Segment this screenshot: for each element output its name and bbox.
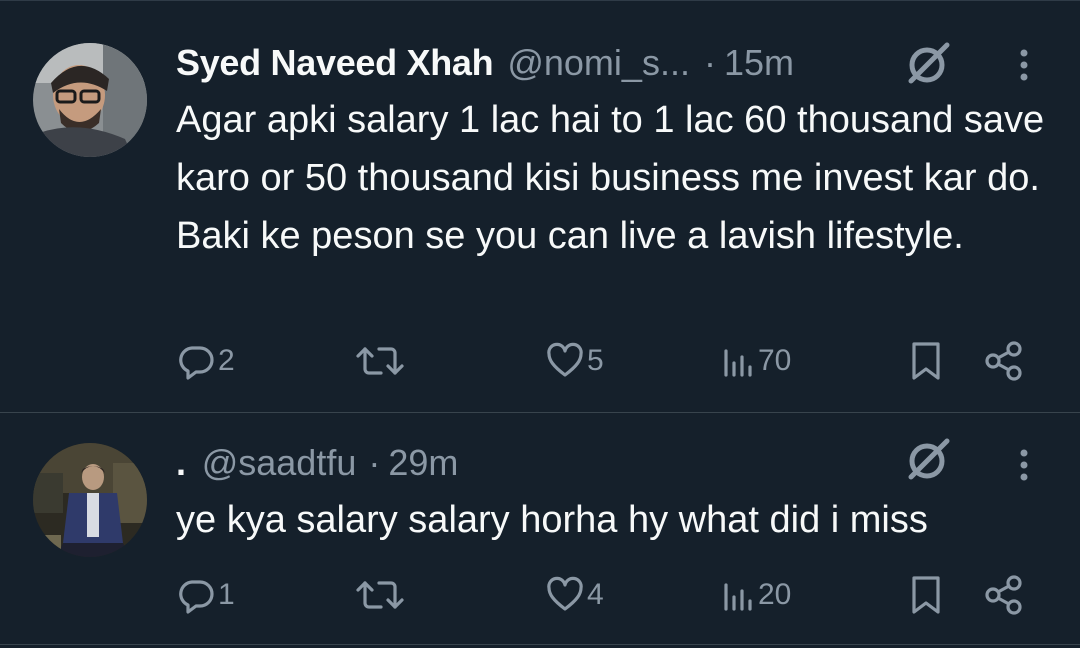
tweet-text: Agar apki salary 1 lac hai to 1 lac 60 t… [176, 99, 1045, 257]
share-button[interactable] [982, 339, 1026, 383]
tweet-actions: 2 5 70 [0, 339, 1080, 383]
bookmark-icon [906, 339, 946, 383]
more-icon[interactable] [1012, 45, 1036, 85]
reply-count: 1 [218, 578, 235, 611]
views-icon [720, 575, 756, 615]
like-icon [545, 575, 585, 615]
reply-count: 2 [218, 344, 235, 377]
like-button[interactable]: 5 [545, 339, 604, 383]
share-icon [982, 573, 1026, 617]
separator-dot: · [368, 442, 381, 483]
like-count: 5 [587, 344, 604, 377]
retweet-icon [355, 341, 405, 381]
reply-button[interactable]: 2 [176, 339, 235, 383]
retweet-button[interactable] [355, 573, 407, 617]
grok-icon[interactable] [905, 39, 953, 87]
tweet[interactable]: Syed Naveed Xhah @nomi_s... · 15m Agar a… [0, 1, 1080, 413]
like-count: 4 [587, 578, 604, 611]
view-count: 20 [758, 578, 792, 611]
reply-icon [176, 575, 216, 615]
views-button[interactable]: 20 [720, 573, 791, 617]
share-button[interactable] [982, 573, 1026, 617]
display-name[interactable]: Syed Naveed Xhah [176, 42, 494, 84]
timestamp[interactable]: 15m [724, 42, 794, 84]
retweet-button[interactable] [355, 339, 407, 383]
view-count: 70 [758, 344, 792, 377]
views-icon [720, 341, 756, 381]
tweet-actions: 1 4 20 [0, 573, 1080, 617]
grok-icon[interactable] [905, 435, 953, 483]
reply-icon [176, 341, 216, 381]
bookmark-icon [906, 573, 946, 617]
retweet-icon [355, 575, 405, 615]
tweet[interactable]: . @saadtfu · 29m ye kya salary salary ho… [0, 413, 1080, 645]
bookmark-button[interactable] [906, 339, 946, 383]
reply-button[interactable]: 1 [176, 573, 235, 617]
avatar[interactable] [33, 43, 147, 157]
bookmark-button[interactable] [906, 573, 946, 617]
timestamp[interactable]: 29m [388, 442, 458, 484]
views-button[interactable]: 70 [720, 339, 791, 383]
separator-dot: · [703, 42, 716, 83]
like-icon [545, 341, 585, 381]
user-handle[interactable]: @nomi_s... [507, 42, 690, 84]
display-name[interactable]: . [176, 442, 186, 484]
user-handle[interactable]: @saadtfu [202, 442, 357, 484]
like-button[interactable]: 4 [545, 573, 604, 617]
share-icon [982, 339, 1026, 383]
avatar[interactable] [33, 443, 147, 557]
more-icon[interactable] [1012, 445, 1036, 485]
tweet-text: ye kya salary salary horha hy what did i… [176, 499, 928, 541]
tweet-feed: Syed Naveed Xhah @nomi_s... · 15m Agar a… [0, 0, 1080, 648]
